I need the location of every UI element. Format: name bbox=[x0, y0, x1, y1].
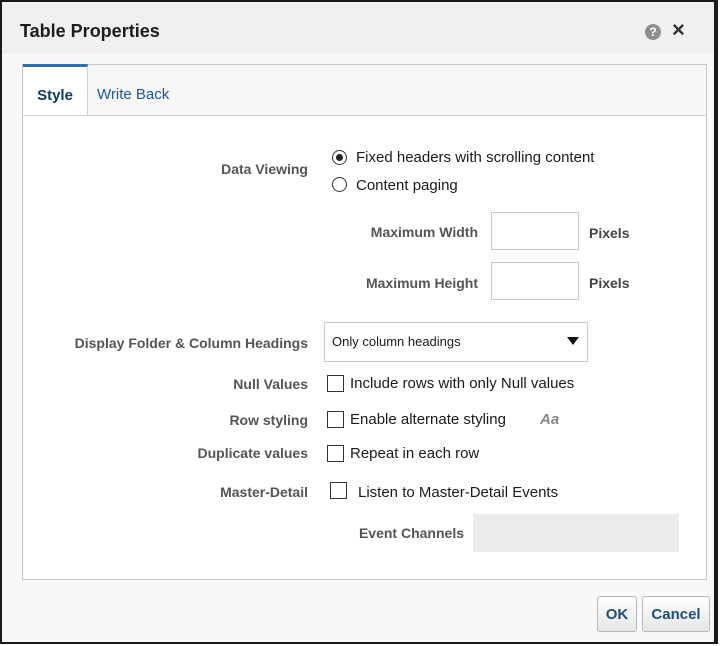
dialog-title: Table Properties bbox=[20, 21, 160, 41]
max-width-label: Maximum Width bbox=[370, 224, 478, 240]
max-width-unit: Pixels bbox=[589, 225, 630, 241]
row-styling-option: Enable alternate styling bbox=[350, 411, 506, 428]
dialog-titlebar: Table Properties ? × bbox=[2, 2, 714, 54]
row-styling-checkbox[interactable] bbox=[327, 411, 344, 428]
event-channels-label: Event Channels bbox=[358, 525, 464, 541]
radio-content-paging[interactable] bbox=[332, 177, 347, 192]
duplicate-values-option: Repeat in each row bbox=[350, 445, 480, 462]
radio-content-paging-label: Content paging bbox=[356, 177, 458, 194]
null-values-option: Include rows with only Null values bbox=[350, 375, 575, 392]
display-headings-value: Only column headings bbox=[332, 334, 461, 349]
display-headings-label: Display Folder & Column Headings bbox=[74, 335, 308, 351]
tab-write-back[interactable]: Write Back bbox=[97, 65, 169, 115]
display-headings-select[interactable]: Only column headings bbox=[324, 322, 588, 362]
master-detail-option: Listen to Master-Detail Events bbox=[358, 484, 559, 501]
event-channels-field bbox=[473, 514, 679, 552]
format-icon[interactable]: Aa bbox=[540, 411, 559, 428]
null-values-label: Null Values bbox=[233, 376, 308, 392]
duplicate-values-label: Duplicate values bbox=[197, 445, 309, 461]
max-height-unit: Pixels bbox=[589, 275, 630, 291]
duplicate-values-checkbox[interactable] bbox=[327, 445, 344, 462]
help-icon[interactable]: ? bbox=[645, 24, 661, 40]
radio-fixed-headers-label: Fixed headers with scrolling content bbox=[356, 149, 595, 166]
radio-fixed-headers[interactable] bbox=[332, 150, 347, 165]
tab-bar: Style Write Back bbox=[23, 64, 706, 116]
close-icon[interactable]: × bbox=[672, 19, 685, 41]
max-height-input[interactable] bbox=[491, 262, 579, 300]
null-values-checkbox[interactable] bbox=[327, 375, 344, 392]
master-detail-checkbox[interactable] bbox=[330, 482, 347, 499]
ok-button[interactable]: OK bbox=[597, 596, 637, 632]
max-width-input[interactable] bbox=[491, 212, 579, 250]
max-height-label: Maximum Height bbox=[365, 275, 478, 291]
master-detail-label: Master-Detail bbox=[220, 484, 308, 500]
cancel-button[interactable]: Cancel bbox=[642, 596, 710, 632]
data-viewing-label: Data Viewing bbox=[221, 161, 308, 177]
dropdown-arrow-icon bbox=[567, 337, 579, 345]
row-styling-label: Row styling bbox=[229, 412, 308, 428]
tab-style[interactable]: Style bbox=[23, 64, 88, 115]
